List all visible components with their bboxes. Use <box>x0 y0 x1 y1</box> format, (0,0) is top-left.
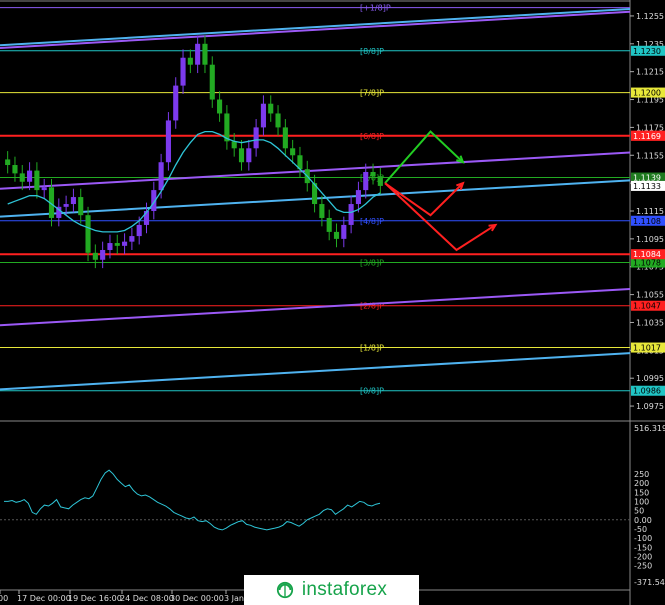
indicator-tick-label: 250 <box>634 470 649 479</box>
indicator-tick-label: -50 <box>634 525 647 534</box>
candle-body <box>92 252 98 260</box>
candle-body <box>136 224 142 237</box>
murrey-level-label: [+1/8]P <box>360 4 391 13</box>
candle-body <box>363 171 369 191</box>
candle-body <box>180 57 186 86</box>
candle-body <box>319 204 325 218</box>
murrey-price-tag-text: 1.1017 <box>633 344 661 353</box>
level-price-tag-text: 1.1169 <box>633 132 661 141</box>
candle-body <box>63 204 69 207</box>
time-tick-label: 19 Dec 16:00 <box>68 594 122 603</box>
forex-chart: [+1/8]P[8/8]P[7/8]P[6/8]P[5/8]P[4/8]P[3/… <box>0 0 665 605</box>
time-tick-label: 00 <box>0 594 8 603</box>
candle-body <box>275 113 281 128</box>
candle-body <box>122 241 128 246</box>
indicator-max-label: 516.3192 <box>634 424 665 433</box>
candle-body <box>107 243 113 251</box>
candle-body <box>202 43 208 65</box>
candle-body <box>70 197 76 205</box>
instaforex-logo: instaforex <box>244 575 419 605</box>
logo-text: instaforex <box>301 579 388 600</box>
candle-body <box>165 120 171 163</box>
candle-body <box>85 215 91 253</box>
candle-body <box>129 236 135 242</box>
candle-body <box>348 204 354 225</box>
price-tick-label: 1.1115 <box>636 207 664 216</box>
murrey-price-tag-text: 1.1078 <box>633 259 661 268</box>
candle-body <box>173 85 179 121</box>
candle-body <box>41 187 47 191</box>
candle-body <box>209 64 215 100</box>
time-tick-label: 3 Jan <box>224 594 244 603</box>
candle-body <box>377 176 383 186</box>
candle-body <box>158 162 164 191</box>
time-tick-label: 24 Dec 08:00 <box>120 594 174 603</box>
price-tick-label: 1.0995 <box>636 374 664 383</box>
time-tick-label: 30 Dec 00:00 <box>170 594 224 603</box>
candle-body <box>5 159 11 166</box>
murrey-price-tag-text: 1.1200 <box>633 89 661 98</box>
murrey-price-tag-text: 1.1108 <box>633 217 661 226</box>
price-tick-label: 1.1055 <box>636 291 664 300</box>
instaforex-logo-icon <box>276 581 293 599</box>
candle-body <box>19 173 25 182</box>
candle-body <box>187 57 193 65</box>
candle-body <box>34 170 40 191</box>
candle-body <box>290 148 296 156</box>
candle-body <box>100 250 106 260</box>
candle-body <box>268 103 274 114</box>
price-tick-label: 1.1155 <box>636 151 664 160</box>
murrey-level-label: [1/8]P <box>360 344 384 353</box>
candle-body <box>246 148 252 163</box>
candle-body <box>333 231 340 239</box>
price-tick-label: 1.1255 <box>636 12 664 21</box>
candle-body <box>260 103 266 128</box>
indicator-min-label: -371.549 <box>634 578 665 587</box>
murrey-price-tag-text: 1.1047 <box>633 302 661 311</box>
indicator-tick-label: 50 <box>634 507 644 516</box>
candle-body <box>78 197 84 216</box>
murrey-level-label: [4/8]P <box>360 217 384 226</box>
indicator-tick-label: 200 <box>634 479 649 488</box>
price-tick-label: 1.1215 <box>636 68 664 77</box>
candle-body <box>355 190 361 205</box>
indicator-tick-label: -250 <box>634 562 652 571</box>
price-tick-label: 1.0975 <box>636 402 664 411</box>
level-price-tag-text: 1.1084 <box>633 250 661 259</box>
indicator-tick-label: -100 <box>634 534 652 543</box>
indicator-tick-label: 150 <box>634 488 649 497</box>
current-price-tag-text: 1.1133 <box>633 182 661 191</box>
time-tick-label: 17 Dec 00:00 <box>17 594 71 603</box>
indicator-tick-label: 0.00 <box>634 516 652 525</box>
murrey-level-label: [7/8]P <box>360 89 384 98</box>
candle-body <box>114 243 120 246</box>
murrey-level-label: [0/8]P <box>360 387 384 396</box>
candle-body <box>238 148 245 163</box>
price-tick-label: 1.1095 <box>636 235 664 244</box>
candle-body <box>195 43 201 65</box>
candle-body <box>370 171 376 177</box>
chart-background <box>0 0 665 605</box>
candle-body <box>341 224 347 239</box>
candle-body <box>326 217 332 232</box>
indicator-tick-label: -150 <box>634 543 652 552</box>
candle-body <box>217 99 223 114</box>
murrey-level-label: [8/8]P <box>360 47 384 56</box>
candle-body <box>231 141 237 149</box>
price-tick-label: 1.1035 <box>636 318 664 327</box>
candle-body <box>12 165 18 174</box>
indicator-tick-label: -200 <box>634 553 652 562</box>
murrey-price-tag-text: 1.1230 <box>633 47 661 56</box>
indicator-tick-label: 100 <box>634 497 649 506</box>
candle-body <box>27 170 33 182</box>
candle-body <box>282 127 288 149</box>
candle-body <box>253 127 259 149</box>
murrey-price-tag-text: 1.0986 <box>633 387 661 396</box>
murrey-level-label: [3/8]P <box>360 259 384 268</box>
